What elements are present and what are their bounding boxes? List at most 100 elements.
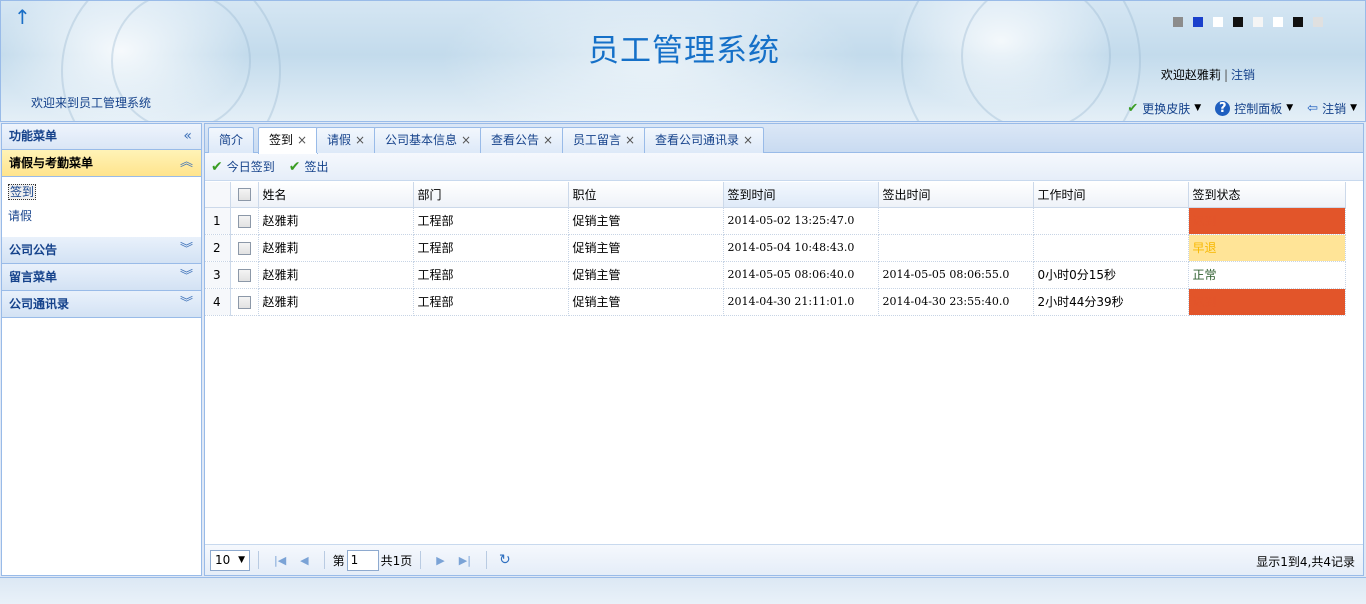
- skin-swatch[interactable]: [1233, 17, 1243, 27]
- row-checkbox-cell[interactable]: [230, 207, 259, 235]
- logout-link[interactable]: 注销: [1231, 68, 1255, 82]
- column-header-status[interactable]: 签到状态: [1188, 182, 1346, 208]
- skin-swatch[interactable]: [1293, 17, 1303, 27]
- section-directory[interactable]: 公司通讯录 ︾: [2, 291, 201, 318]
- section-title: 公司公告: [9, 243, 58, 257]
- section-announcements[interactable]: 公司公告 ︾: [2, 237, 201, 264]
- tab-company-directory[interactable]: 查看公司通讯录 ×: [644, 127, 765, 153]
- divider: [323, 551, 325, 569]
- cell-signout-time: 2014-04-30 23:55:40.0: [878, 288, 1034, 316]
- row-checkbox-cell[interactable]: [230, 234, 259, 262]
- system-title: 员工管理系统: [588, 33, 780, 69]
- nav-item-signin[interactable]: 签到: [6, 180, 197, 204]
- check-icon: ✔: [288, 158, 301, 175]
- close-icon[interactable]: ×: [543, 133, 553, 147]
- logout-menu-label: 注销: [1322, 101, 1347, 116]
- cell-status: 迟到: [1188, 288, 1346, 316]
- cell-signout-time: 2014-05-05 08:06:55.0: [878, 261, 1034, 289]
- page-size-select[interactable]: 10 ▼: [210, 549, 250, 571]
- row-number: 3: [205, 261, 231, 289]
- close-icon[interactable]: ×: [461, 133, 471, 147]
- refresh-icon[interactable]: ↻: [499, 552, 511, 568]
- skin-swatch[interactable]: [1253, 17, 1263, 27]
- expand-down-icon[interactable]: ︾: [180, 237, 193, 263]
- select-all-checkbox-cell[interactable]: [230, 182, 259, 208]
- tab-intro[interactable]: 简介: [208, 127, 255, 153]
- back-icon: ⇦: [1307, 100, 1319, 116]
- close-icon[interactable]: ×: [355, 133, 365, 147]
- function-menu-title: 功能菜单: [9, 129, 58, 143]
- logout-menu[interactable]: ⇦ 注销 ▼: [1307, 100, 1357, 117]
- cell-signout-time: [878, 234, 1034, 262]
- cell-signin-time: 2014-04-30 21:11:01.0: [723, 288, 879, 316]
- table-row[interactable]: 3 赵雅莉 工程部 促销主管 2014-05-05 08:06:40.0 201…: [205, 261, 1346, 289]
- main-panel: 简介 签到 × 请假 × 公司基本信息 × 查看公告 × 员工留言 × 查看公司通讯录 × …: [204, 123, 1364, 576]
- header: ↑ 员工管理系统 欢迎来到员工管理系统 欢迎赵雅莉 | 注销 ✔ 更换皮肤 ▼ ? …: [0, 0, 1366, 122]
- next-page-icon[interactable]: ▶: [436, 554, 444, 567]
- control-panel-menu[interactable]: ? 控制面板 ▼: [1215, 100, 1293, 117]
- cell-position: 促销主管: [568, 261, 724, 289]
- row-number: 4: [205, 288, 231, 316]
- cell-work-time: [1033, 207, 1189, 235]
- cell-position: 促销主管: [568, 207, 724, 235]
- skin-swatch[interactable]: [1313, 17, 1323, 27]
- column-header-signin-time[interactable]: 签到时间: [723, 182, 879, 208]
- skin-swatch[interactable]: [1273, 17, 1283, 27]
- column-header-department[interactable]: 部门: [413, 182, 569, 208]
- footer: [0, 577, 1366, 604]
- tab-employee-messages[interactable]: 员工留言 ×: [562, 127, 647, 153]
- column-header-name[interactable]: 姓名: [258, 182, 414, 208]
- skin-swatch[interactable]: [1173, 17, 1183, 27]
- cell-status: 正常: [1188, 261, 1346, 289]
- cell-status: 迟到: [1188, 207, 1346, 235]
- skin-swatch[interactable]: [1213, 17, 1223, 27]
- change-skin-label: 更换皮肤: [1142, 101, 1191, 116]
- up-arrow-icon[interactable]: ↑: [14, 7, 31, 27]
- tab-leave[interactable]: 请假 ×: [316, 127, 377, 153]
- column-header-work-time[interactable]: 工作时间: [1033, 182, 1189, 208]
- cell-position: 促销主管: [568, 288, 724, 316]
- skin-swatch[interactable]: [1193, 17, 1203, 27]
- row-checkbox[interactable]: [237, 241, 251, 255]
- first-page-icon[interactable]: |◀: [274, 554, 286, 567]
- section-messages[interactable]: 留言菜单 ︾: [2, 264, 201, 291]
- chevron-down-icon: ▼: [238, 555, 245, 565]
- change-skin-menu[interactable]: ✔ 更换皮肤 ▼: [1127, 100, 1201, 117]
- row-checkbox[interactable]: [237, 268, 251, 282]
- last-page-icon[interactable]: ▶|: [459, 554, 471, 567]
- select-all-checkbox[interactable]: [237, 188, 251, 202]
- close-icon[interactable]: ×: [625, 133, 635, 147]
- signin-today-button[interactable]: ✔ 今日签到: [211, 158, 275, 175]
- expand-down-icon[interactable]: ︾: [180, 291, 193, 317]
- table-row[interactable]: 2 赵雅莉 工程部 促销主管 2014-05-04 10:48:43.0 早退: [205, 234, 1346, 262]
- close-icon[interactable]: ×: [297, 133, 307, 147]
- check-icon: ✔: [211, 158, 223, 175]
- attendance-items: 签到 请假: [2, 177, 201, 237]
- collapse-left-icon[interactable]: «: [183, 124, 192, 149]
- row-checkbox-cell[interactable]: [230, 288, 259, 316]
- page-number-input[interactable]: 1: [346, 549, 379, 571]
- section-title: 公司通讯录: [9, 297, 70, 311]
- tab-view-announcements[interactable]: 查看公告 ×: [480, 127, 565, 153]
- tab-company-info[interactable]: 公司基本信息 ×: [374, 127, 483, 153]
- user-info: 欢迎赵雅莉 | 注销: [1161, 66, 1255, 83]
- skin-swatches: [1173, 17, 1333, 29]
- collapse-up-icon[interactable]: ︽: [180, 150, 193, 176]
- row-checkbox-cell[interactable]: [230, 261, 259, 289]
- signout-button[interactable]: ✔ 签出: [289, 158, 329, 175]
- row-checkbox[interactable]: [237, 214, 251, 228]
- table-row[interactable]: 1 赵雅莉 工程部 促销主管 2014-05-02 13:25:47.0 迟到: [205, 207, 1346, 235]
- grid-toolbar: ✔ 今日签到 ✔ 签出: [205, 153, 1363, 181]
- expand-down-icon[interactable]: ︾: [180, 264, 193, 290]
- close-icon[interactable]: ×: [743, 133, 753, 147]
- divider: [485, 551, 487, 569]
- cell-position: 促销主管: [568, 234, 724, 262]
- nav-item-leave[interactable]: 请假: [6, 204, 197, 228]
- column-header-signout-time[interactable]: 签出时间: [878, 182, 1034, 208]
- section-attendance[interactable]: 请假与考勤菜单 ︽: [2, 150, 201, 177]
- column-header-position[interactable]: 职位: [568, 182, 724, 208]
- tab-signin[interactable]: 签到 ×: [258, 127, 319, 154]
- table-row[interactable]: 4 赵雅莉 工程部 促销主管 2014-04-30 21:11:01.0 201…: [205, 288, 1346, 316]
- row-checkbox[interactable]: [237, 295, 251, 309]
- prev-page-icon[interactable]: ◀: [300, 554, 308, 567]
